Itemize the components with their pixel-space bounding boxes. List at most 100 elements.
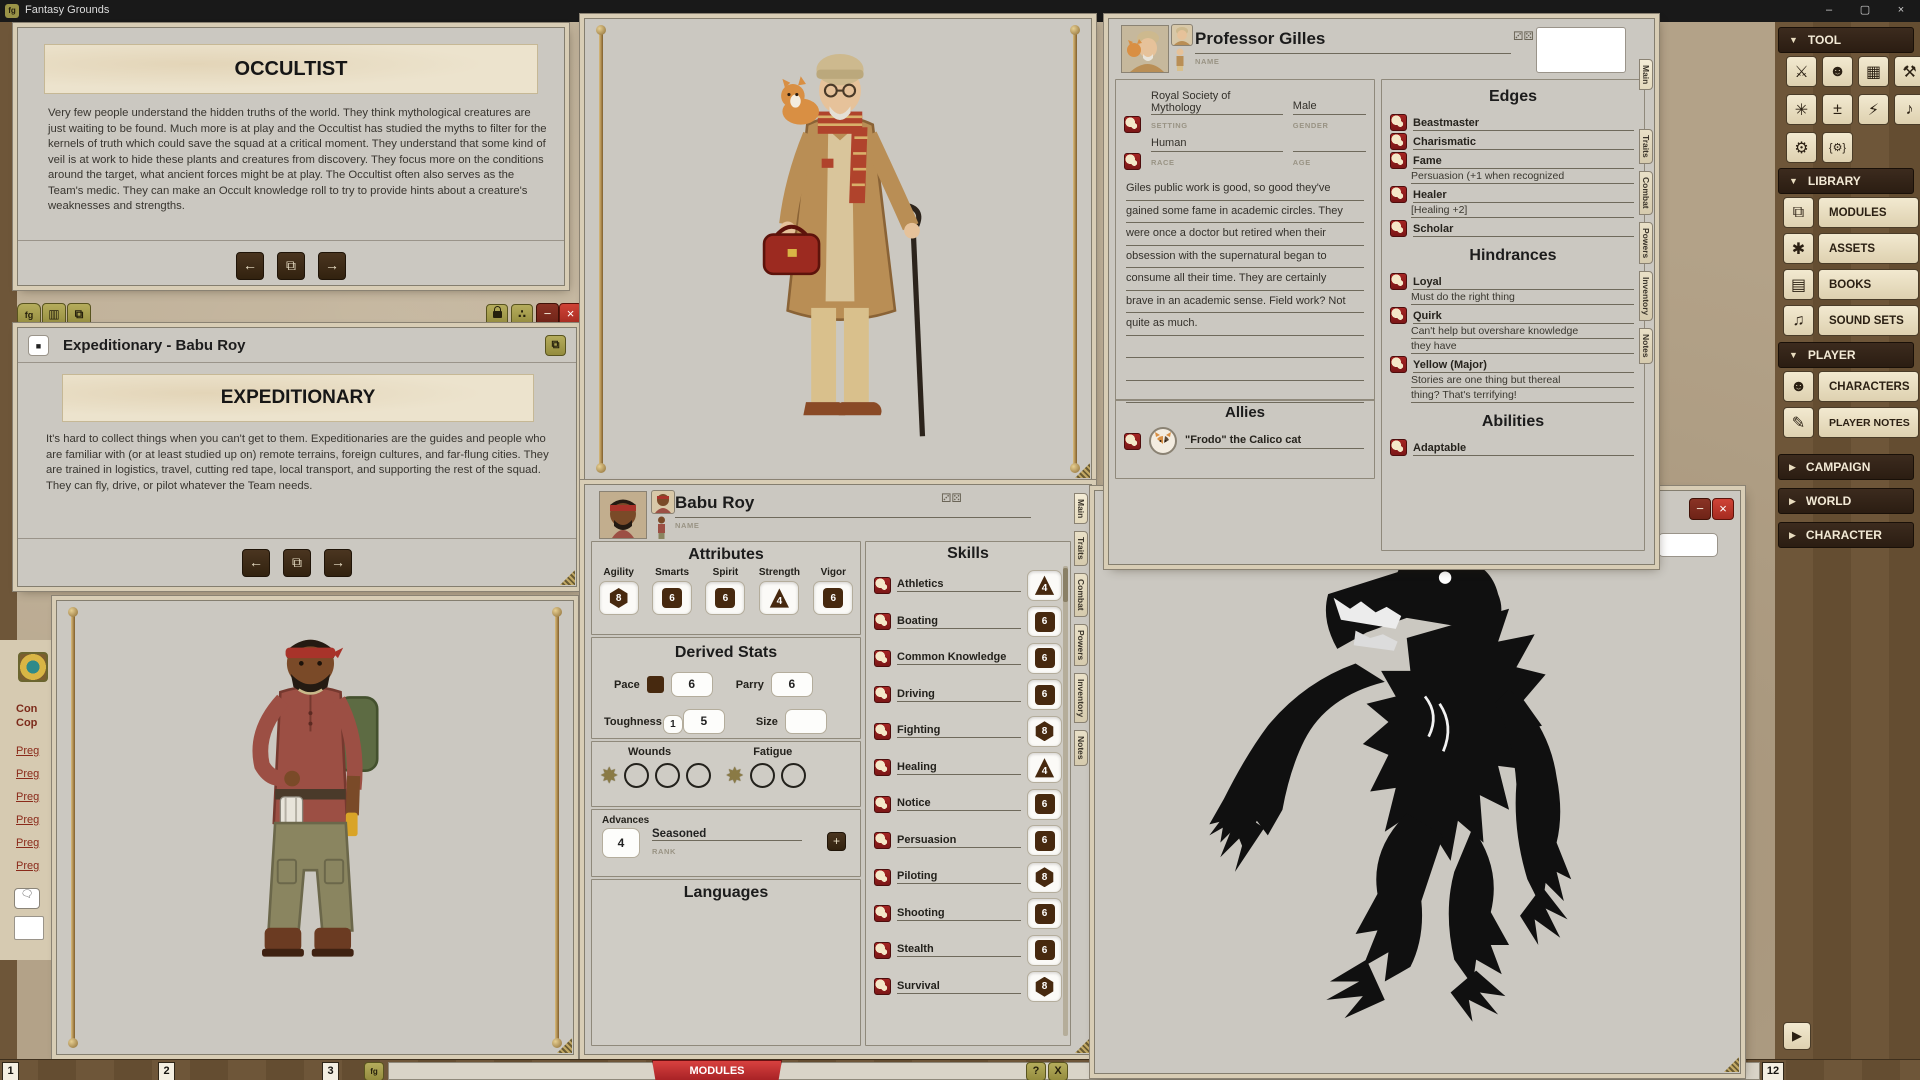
minimize-window-button[interactable]: – [1812, 0, 1846, 22]
tab-main[interactable]: Main [1639, 59, 1653, 90]
attribute-strength[interactable]: Strength 4 [759, 567, 800, 615]
wound-circle-2[interactable] [655, 763, 680, 788]
peek-links[interactable]: Preg Preg Preg Preg Preg Preg [16, 740, 39, 878]
sidebar-item-assets[interactable]: ✱ASSETS [1783, 233, 1919, 264]
pace-value[interactable]: 6 [671, 672, 713, 697]
left-peek-window[interactable]: ConCop Preg Preg Preg Preg Preg Preg 🗨 [0, 640, 61, 960]
sound-sets-icon[interactable]: ♫ [1783, 305, 1814, 336]
edge-row-charismatic[interactable]: Charismatic [1390, 133, 1634, 150]
modifiers-icon[interactable]: ± [1822, 94, 1853, 125]
occultist-window[interactable]: OCCULTIST Very few people understand the… [17, 27, 565, 286]
biography-field[interactable]: Giles public work is good, so good they'… [1126, 178, 1364, 403]
fg-logo-button[interactable]: fg [17, 303, 41, 327]
babu-character-sheet[interactable]: Babu Roy NAME ⚂⚄ Attributes Agility 8 Sm… [584, 484, 1092, 1055]
spirit-die[interactable]: 6 [715, 588, 735, 608]
gilles-portrait-window[interactable] [584, 18, 1092, 480]
clone-page-button[interactable]: ⧉ [283, 549, 311, 577]
combat-tracker-icon[interactable]: ⚔ [1786, 56, 1817, 87]
ally-row[interactable]: "Frodo" the Calico cat [1124, 427, 1364, 455]
minimize-button[interactable]: − [536, 303, 559, 326]
tab-combat[interactable]: Combat [1074, 573, 1088, 617]
hotkey-tab-2[interactable]: 2 [158, 1062, 175, 1080]
tab-notes[interactable]: Notes [1074, 730, 1088, 766]
modules-banner-button[interactable]: MODULES [652, 1060, 782, 1080]
maximize-window-button[interactable]: ▢ [1848, 0, 1882, 22]
race-field[interactable]: Human [1151, 137, 1283, 152]
resize-grip[interactable] [1075, 1038, 1090, 1053]
pace-die-icon[interactable] [647, 676, 664, 693]
sidebar-section-tool[interactable]: ▼ TOOL [1778, 27, 1914, 53]
attribute-vigor[interactable]: Vigor 6 [813, 567, 853, 615]
wound-circle-3[interactable] [686, 763, 711, 788]
attribute-agility[interactable]: Agility 8 [599, 567, 639, 615]
add-advance-button[interactable]: + [827, 832, 846, 851]
edge-row-fame[interactable]: Fame [1390, 152, 1634, 169]
edge-row-beastmaster[interactable]: Beastmaster [1390, 114, 1634, 131]
skill-row-piloting[interactable]: Piloting8 [874, 859, 1062, 896]
hotkey-tab-3[interactable]: 3 [322, 1062, 339, 1080]
sidebar-section-player[interactable]: ▼ PLAYER [1778, 342, 1914, 368]
skill-row-fighting[interactable]: Fighting8 [874, 713, 1062, 750]
close-button[interactable]: × [559, 303, 582, 326]
werewolf-image-window[interactable]: − × [1094, 490, 1741, 1074]
sidebar-item-player-notes[interactable]: ✎PLAYER NOTES [1783, 407, 1919, 438]
help-button[interactable]: ? [1026, 1062, 1046, 1080]
skills-scrollbar[interactable] [1063, 566, 1068, 1036]
skill-row-driving[interactable]: Driving6 [874, 677, 1062, 714]
sidebar-item-characters[interactable]: ☻CHARACTERS [1783, 371, 1919, 402]
ally-name[interactable]: "Frodo" the Calico cat [1185, 434, 1364, 449]
babu-portrait-thumbnail[interactable] [599, 491, 647, 539]
image-name-field[interactable] [1658, 533, 1718, 557]
copy-window-button[interactable]: ⧉ [67, 303, 91, 327]
dice-cup-icon[interactable]: ⚂⚄ [941, 491, 962, 505]
peek-field[interactable] [14, 916, 44, 940]
hindrance-row-yellow[interactable]: Yellow (Major) [1390, 356, 1634, 373]
tab-inventory[interactable]: Inventory [1074, 673, 1088, 723]
age-field[interactable] [1293, 137, 1366, 152]
share-button[interactable]: ∴ [511, 304, 533, 326]
ability-row-adaptable[interactable]: Adaptable [1390, 439, 1634, 456]
chat-bubble-icon[interactable]: 🗨 [14, 888, 40, 909]
skill-row-athletics[interactable]: Athletics4 [874, 567, 1062, 604]
previous-page-button[interactable]: ← [236, 252, 264, 280]
setting-field[interactable]: Royal Society of Mythology [1151, 90, 1283, 115]
close-button[interactable]: × [1712, 498, 1734, 520]
sidebar-section-character[interactable]: ▶ CHARACTER [1778, 522, 1914, 548]
tab-traits[interactable]: Traits [1074, 531, 1088, 566]
vigor-die[interactable]: 6 [823, 588, 843, 608]
tools-icon[interactable]: ⚒ [1894, 56, 1920, 87]
previous-page-button[interactable]: ← [242, 549, 270, 577]
books-icon[interactable]: ▤ [1783, 269, 1814, 300]
fatigue-circle-2[interactable] [781, 763, 806, 788]
options-gear-icon[interactable]: ⚙ [1786, 132, 1817, 163]
close-window-button[interactable]: × [1884, 0, 1918, 22]
skill-row-shooting[interactable]: Shooting6 [874, 896, 1062, 933]
advances-value[interactable]: 4 [602, 828, 640, 858]
minimize-button[interactable]: − [1689, 498, 1711, 520]
assets-icon[interactable]: ✱ [1783, 233, 1814, 264]
tab-traits[interactable]: Traits [1639, 129, 1653, 164]
rank-value[interactable]: Seasoned [652, 828, 802, 841]
hotkey-tab-1[interactable]: 1 [2, 1062, 19, 1080]
module-icon[interactable] [18, 652, 48, 682]
modules-icon[interactable]: ⧉ [1783, 197, 1814, 228]
fg-logo-button[interactable]: fg [364, 1062, 384, 1080]
tokens-icon[interactable]: ✳ [1786, 94, 1817, 125]
expeditionary-window[interactable]: ■ Expeditionary - Babu Roy ⧉ EXPEDITIONA… [17, 327, 577, 587]
character-name-field[interactable]: Professor Gilles [1195, 29, 1511, 54]
resize-grip[interactable] [1724, 1057, 1739, 1072]
clone-page-button[interactable]: ⧉ [277, 252, 305, 280]
character-name-field[interactable]: Babu Roy [675, 493, 1031, 518]
lock-button[interactable] [486, 304, 508, 326]
skill-row-notice[interactable]: Notice6 [874, 786, 1062, 823]
next-page-button[interactable]: → [324, 549, 352, 577]
skill-row-healing[interactable]: Healing4 [874, 750, 1062, 787]
close-bar-button[interactable]: X [1048, 1062, 1068, 1080]
fatigue-circle-1[interactable] [750, 763, 775, 788]
babu-portrait-window[interactable] [56, 600, 574, 1055]
babu-token[interactable] [651, 490, 675, 514]
ally-cat-portrait[interactable] [1149, 427, 1177, 455]
copy-record-button[interactable]: ⧉ [545, 335, 566, 356]
sidebar-item-books[interactable]: ▤BOOKS [1783, 269, 1919, 300]
sidebar-section-world[interactable]: ▶ WORLD [1778, 488, 1914, 514]
